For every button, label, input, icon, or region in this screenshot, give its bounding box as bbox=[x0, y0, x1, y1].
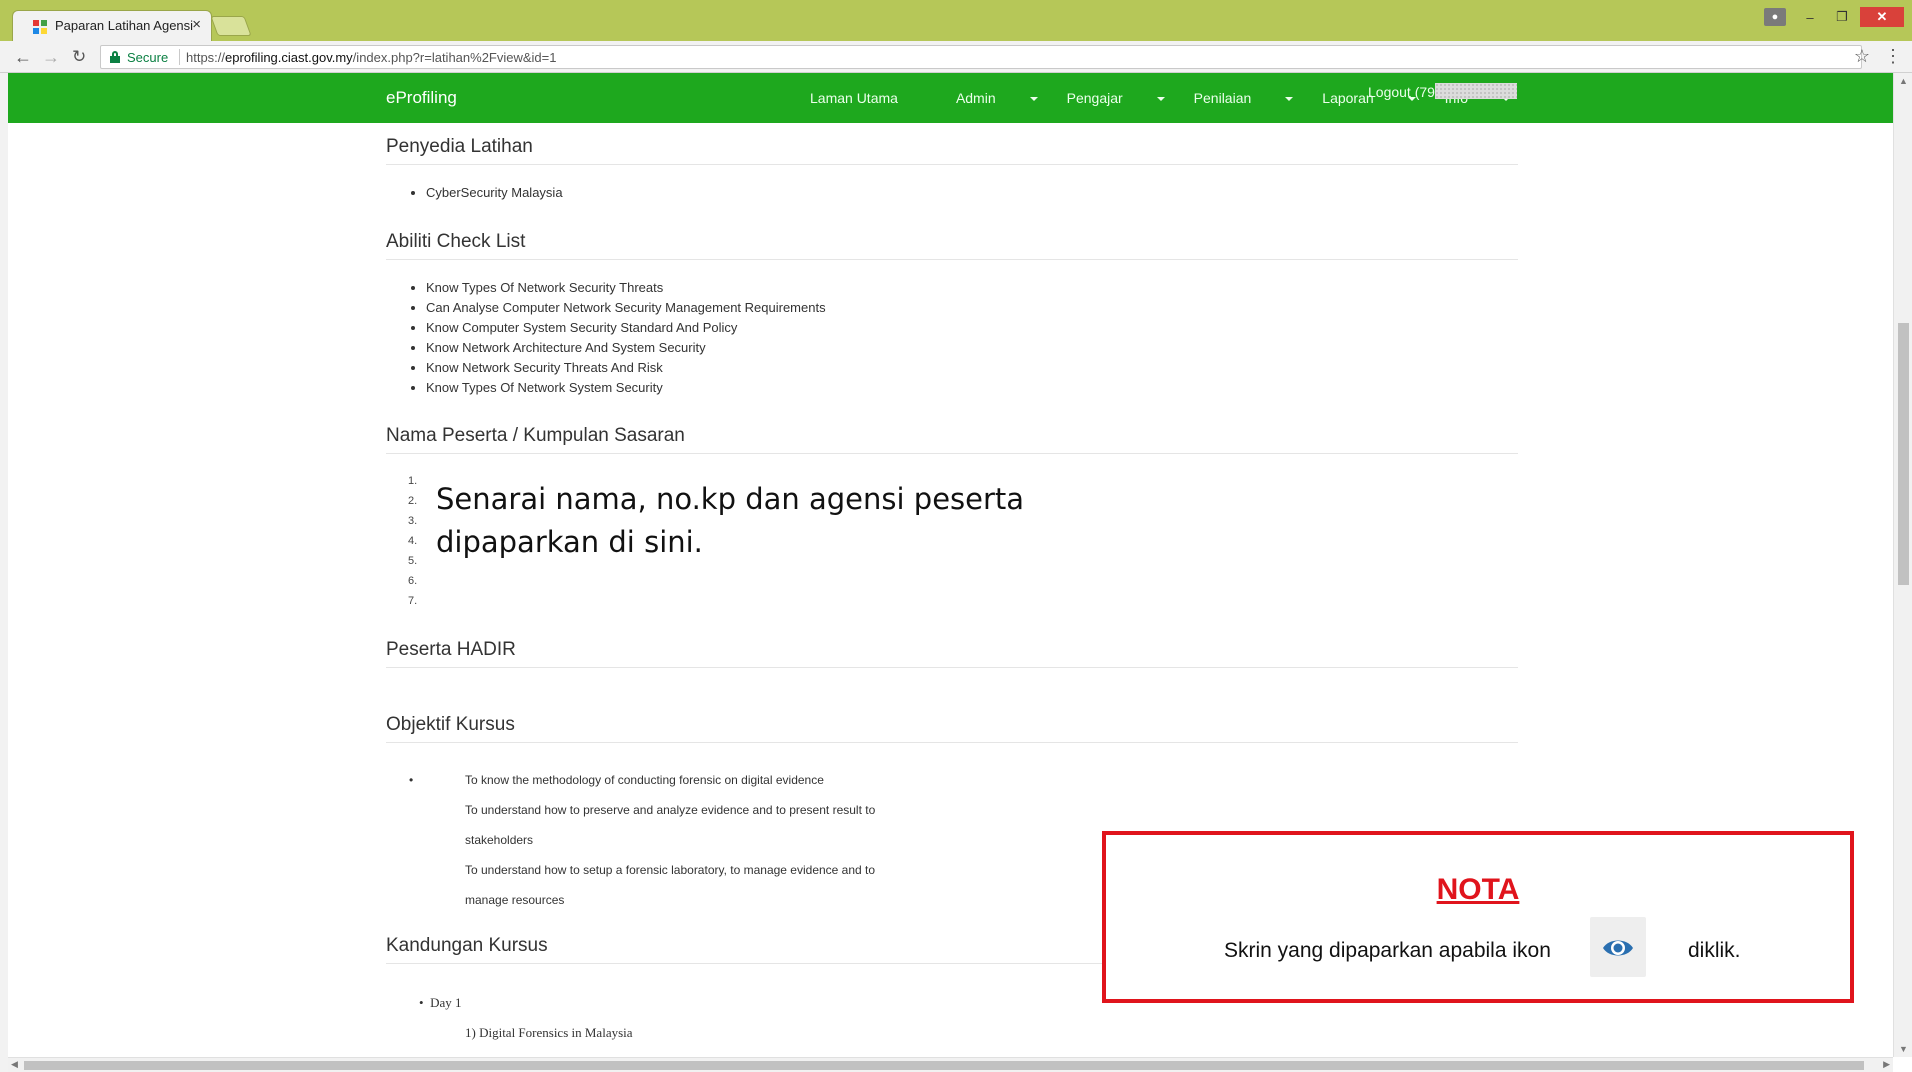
lock-icon bbox=[110, 51, 120, 63]
back-arrow-icon[interactable]: ← bbox=[14, 47, 32, 68]
caret-down-icon bbox=[1285, 97, 1294, 102]
caret-down-icon bbox=[1029, 97, 1038, 102]
nav-label: Laporan bbox=[1322, 90, 1374, 106]
omnibox-separator bbox=[179, 49, 180, 65]
list-number: 2. bbox=[408, 495, 418, 507]
kandungan-item: 1) Digital Forensics in Malaysia bbox=[465, 1025, 633, 1040]
list-item: Know Computer System Security Standard A… bbox=[426, 318, 826, 338]
brand-link[interactable]: eProfiling bbox=[386, 88, 457, 108]
scroll-up-icon[interactable]: ▲ bbox=[1899, 76, 1908, 86]
list-number: 1. bbox=[408, 475, 418, 487]
list-item: CyberSecurity Malaysia bbox=[426, 183, 563, 203]
abiliti-list: Know Types Of Network Security Threats C… bbox=[426, 278, 826, 398]
list-number: 6. bbox=[408, 575, 418, 587]
objektif-text: To know the methodology of conducting fo… bbox=[465, 765, 875, 915]
profile-icon[interactable]: ● bbox=[1764, 8, 1786, 26]
kandungan-day: • Day 1 bbox=[419, 995, 462, 1010]
objektif-line: To know the methodology of conducting fo… bbox=[465, 773, 824, 787]
section-heading-penyedia: Penyedia Latihan bbox=[386, 136, 1518, 165]
vertical-scrollbar[interactable]: ▲ ▼ bbox=[1893, 73, 1912, 1057]
url-host: eprofiling.ciast.gov.my bbox=[225, 50, 353, 65]
list-item: Can Analyse Computer Network Security Ma… bbox=[426, 298, 826, 318]
nota-title: NOTA bbox=[1436, 873, 1520, 906]
minimize-icon[interactable]: – bbox=[1796, 7, 1824, 27]
annotation-line: dipaparkan di sini. bbox=[436, 525, 703, 559]
list-item: Know Types Of Network System Security bbox=[426, 378, 826, 398]
list-item: Know Types Of Network Security Threats bbox=[426, 278, 826, 298]
list-number: 4. bbox=[408, 535, 418, 547]
penyedia-list: CyberSecurity Malaysia bbox=[426, 183, 563, 203]
redacted-user-id bbox=[1434, 83, 1517, 99]
site-favicon-icon bbox=[33, 20, 47, 34]
address-bar[interactable]: Secure https://eprofiling.ciast.gov.my/i… bbox=[100, 45, 1862, 69]
site-navbar: eProfiling Laman Utama Admin Pengajar Pe… bbox=[8, 73, 1893, 123]
browser-tab-strip: Paparan Latihan Agensi × ● – ❐ ✕ bbox=[0, 0, 1912, 41]
close-window-icon[interactable]: ✕ bbox=[1860, 7, 1904, 27]
objektif-line: To understand how to setup a forensic la… bbox=[465, 863, 876, 877]
scroll-down-icon[interactable]: ▼ bbox=[1899, 1044, 1908, 1054]
url-path: /index.php?r=latihan%2Fview&id=1 bbox=[352, 50, 557, 65]
nota-suffix: diklik. bbox=[1688, 939, 1741, 962]
list-item: Know Network Security Threats And Risk bbox=[426, 358, 826, 378]
scroll-right-icon[interactable]: ▶ bbox=[1883, 1059, 1890, 1070]
nota-callout: NOTA Skrin yang dipaparkan apabila ikon … bbox=[1102, 831, 1854, 1003]
section-heading-objektif: Objektif Kursus bbox=[386, 714, 1518, 743]
browser-menu-icon[interactable]: ⋮ bbox=[1884, 46, 1902, 67]
url-prefix: https:// bbox=[186, 50, 226, 65]
browser-toolbar: ← → ↻ Secure https://eprofiling.ciast.go… bbox=[0, 41, 1912, 73]
caret-down-icon bbox=[1156, 97, 1165, 102]
window-controls: ● – ❐ ✕ bbox=[1764, 6, 1904, 28]
section-heading-peserta: Nama Peserta / Kumpulan Sasaran bbox=[386, 425, 1518, 454]
tab-close-icon[interactable]: × bbox=[192, 16, 201, 33]
list-number: 3. bbox=[408, 515, 418, 527]
url-text[interactable]: https://eprofiling.ciast.gov.my/index.ph… bbox=[186, 50, 557, 65]
window-left-edge bbox=[0, 73, 8, 1072]
list-item: Know Network Architecture And System Sec… bbox=[426, 338, 826, 358]
reload-icon[interactable]: ↻ bbox=[72, 47, 86, 67]
new-tab-button[interactable] bbox=[210, 16, 252, 36]
annotation-line: Senarai nama, no.kp dan agensi peserta bbox=[436, 482, 1025, 516]
list-number: 5. bbox=[408, 555, 418, 567]
peserta-number-list: 1. 2. 3. 4. 5. 6. 7. bbox=[408, 471, 417, 611]
page-viewport: eProfiling Laman Utama Admin Pengajar Pe… bbox=[8, 73, 1893, 1055]
list-number: 7. bbox=[408, 595, 418, 607]
objektif-line: To understand how to preserve and analyz… bbox=[465, 803, 876, 817]
nav-item-admin[interactable]: Admin bbox=[956, 90, 1038, 106]
objektif-line: stakeholders bbox=[465, 833, 534, 847]
section-heading-abiliti: Abiliti Check List bbox=[386, 231, 1518, 260]
vertical-scroll-thumb[interactable] bbox=[1898, 323, 1909, 585]
bullet-icon: • bbox=[409, 773, 414, 787]
nav-label: Admin bbox=[955, 90, 996, 106]
section-heading-hadir: Peserta HADIR bbox=[386, 639, 1518, 668]
scroll-left-icon[interactable]: ◀ bbox=[11, 1059, 18, 1070]
bookmark-star-icon[interactable]: ☆ bbox=[1854, 46, 1870, 67]
objektif-line: manage resources bbox=[465, 893, 565, 907]
secure-label: Secure bbox=[127, 50, 169, 65]
nota-message: Skrin yang dipaparkan apabila ikon bbox=[1224, 939, 1551, 962]
forward-arrow-icon[interactable]: → bbox=[42, 47, 60, 68]
horizontal-scroll-thumb[interactable] bbox=[24, 1061, 1864, 1070]
horizontal-scrollbar[interactable]: ◀ ▶ bbox=[8, 1057, 1893, 1072]
nav-label: Laman Utama bbox=[810, 90, 898, 106]
nav-item-pengajar[interactable]: Pengajar bbox=[1067, 90, 1165, 106]
peserta-annotation: Senarai nama, no.kp dan agensi peserta d… bbox=[436, 478, 1024, 564]
nav-item-penilaian[interactable]: Penilaian bbox=[1194, 90, 1294, 106]
eye-icon bbox=[1590, 917, 1646, 977]
nav-item-laman-utama[interactable]: Laman Utama bbox=[810, 90, 927, 106]
logout-link[interactable]: Logout (79 bbox=[1368, 83, 1517, 100]
nav-label: Pengajar bbox=[1066, 90, 1123, 106]
tab-title: Paparan Latihan Agensi bbox=[55, 18, 194, 33]
restore-icon[interactable]: ❐ bbox=[1828, 7, 1856, 27]
browser-tab[interactable]: Paparan Latihan Agensi × bbox=[12, 10, 212, 41]
logout-label: Logout (79 bbox=[1368, 84, 1435, 100]
nav-label: Penilaian bbox=[1193, 90, 1252, 106]
day-label: Day 1 bbox=[430, 995, 462, 1010]
